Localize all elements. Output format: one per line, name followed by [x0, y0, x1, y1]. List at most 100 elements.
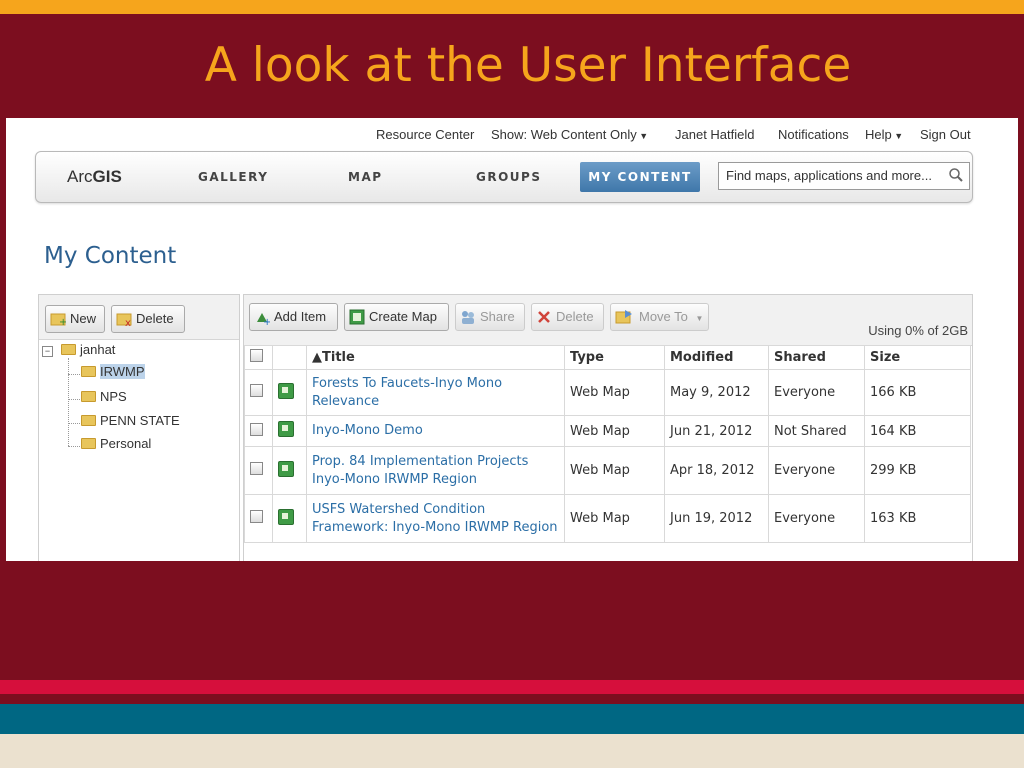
folder-icon	[81, 391, 96, 402]
logo-suffix: GIS	[92, 167, 122, 186]
move-to-button[interactable]: Move To ▼	[610, 303, 709, 331]
notifications-link[interactable]: Notifications	[778, 127, 849, 142]
caret-down-icon: ▼	[636, 131, 649, 141]
tree-connector	[68, 374, 80, 375]
item-title-line: Inyo-Mono IRWMP Region	[312, 471, 478, 487]
add-item-button[interactable]: + Add Item	[249, 303, 338, 331]
row-size: 166 KB	[864, 369, 971, 416]
tree-connector	[68, 399, 80, 400]
tree-folder-irwmp[interactable]: IRWMP	[81, 364, 145, 379]
sign-out-link[interactable]: Sign Out	[920, 127, 971, 142]
row-checkbox[interactable]	[250, 510, 263, 523]
resource-center-link[interactable]: Resource Center	[376, 127, 474, 142]
row-type: Web Map	[564, 446, 665, 495]
map-icon	[349, 309, 365, 325]
tree-folder-label: IRWMP	[100, 364, 145, 379]
help-dropdown[interactable]: Help ▼	[865, 127, 903, 142]
item-title-line: Inyo-Mono Demo	[312, 423, 423, 438]
tree-root-janhat[interactable]: janhat	[61, 342, 115, 357]
row-icon-cell	[272, 369, 307, 416]
row-title-cell[interactable]: Prop. 84 Implementation Projects Inyo-Mon…	[306, 446, 565, 495]
tree-folder-penn-state[interactable]: PENN STATE	[81, 413, 180, 428]
new-folder-button[interactable]: + New	[45, 305, 105, 333]
row-modified: Jun 21, 2012	[664, 415, 769, 447]
nav-gallery[interactable]: GALLERY	[198, 170, 268, 184]
item-title-line: Framework: Inyo-Mono IRWMP Region	[312, 519, 558, 535]
collapse-icon[interactable]: −	[42, 346, 53, 357]
main-navbar: ArcGIS GALLERY MAP GROUPS MY CONTENT Fin…	[35, 151, 973, 203]
modified-header[interactable]: Modified	[664, 345, 769, 370]
delete-item-label: Delete	[556, 309, 594, 324]
svg-text:x: x	[125, 318, 131, 327]
share-people-icon	[462, 311, 474, 324]
nav-map[interactable]: MAP	[348, 170, 383, 184]
move-to-label: Move To	[639, 309, 688, 324]
title-header[interactable]: ▲Title	[306, 345, 565, 370]
row-select-cell	[244, 369, 273, 416]
item-title-link[interactable]: USFS Watershed Condition Framework: Inyo-…	[312, 501, 559, 537]
search-placeholder: Find maps, applications and more...	[726, 168, 932, 183]
delete-folder-button[interactable]: x Delete	[111, 305, 185, 333]
row-icon-cell	[272, 446, 307, 495]
row-icon-cell	[272, 415, 307, 447]
row-select-cell	[244, 415, 273, 447]
show-filter-dropdown[interactable]: Show: Web Content Only ▼	[491, 127, 648, 142]
tree-folder-label: PENN STATE	[100, 413, 180, 428]
tree-folder-nps[interactable]: NPS	[81, 389, 127, 404]
folder-toolbar: + New x Delete	[39, 295, 239, 340]
row-checkbox[interactable]	[250, 384, 263, 397]
delete-label: Delete	[136, 311, 174, 326]
shared-header[interactable]: Shared	[768, 345, 865, 370]
table-row: Forests To Faucets-Inyo Mono Relevance We…	[244, 369, 971, 416]
new-folder-icon: +	[50, 313, 66, 327]
folder-panel: + New x Delete − janhat IRWMP NPS PENN S…	[38, 294, 240, 561]
table-row: Prop. 84 Implementation Projects Inyo-Mon…	[244, 446, 971, 495]
size-header[interactable]: Size	[864, 345, 971, 370]
nav-my-content[interactable]: MY CONTENT	[580, 162, 700, 192]
row-title-cell[interactable]: Inyo-Mono Demo	[306, 415, 565, 447]
select-all-checkbox[interactable]	[250, 349, 263, 362]
folder-open-icon	[61, 344, 76, 355]
row-modified: Jun 19, 2012	[664, 494, 769, 543]
item-title-link[interactable]: Forests To Faucets-Inyo Mono Relevance	[312, 375, 559, 411]
item-title-line: Forests To Faucets-Inyo Mono	[312, 375, 503, 391]
row-title-cell[interactable]: Forests To Faucets-Inyo Mono Relevance	[306, 369, 565, 416]
delete-item-button[interactable]: Delete	[531, 303, 604, 331]
share-label: Share	[480, 309, 515, 324]
footer-band-teal	[0, 704, 1024, 734]
tree-connector	[68, 358, 69, 446]
table-row: Inyo-Mono Demo Web Map Jun 21, 2012 Not …	[244, 415, 971, 447]
delete-folder-icon: x	[116, 313, 132, 327]
svg-text:+: +	[263, 317, 270, 325]
item-title-line: Relevance	[312, 393, 380, 409]
web-map-icon	[278, 421, 294, 437]
row-checkbox[interactable]	[250, 462, 263, 475]
row-modified: May 9, 2012	[664, 369, 769, 416]
create-map-button[interactable]: Create Map	[344, 303, 449, 331]
new-label: New	[70, 311, 97, 326]
arcgis-logo[interactable]: ArcGIS	[67, 167, 122, 187]
row-type: Web Map	[564, 369, 665, 416]
table-header-row: ▲Title Type Modified Shared Size	[244, 345, 971, 370]
row-title-cell[interactable]: USFS Watershed Condition Framework: Inyo-…	[306, 494, 565, 543]
top-stripe	[0, 0, 1024, 14]
magnifier-icon[interactable]	[948, 167, 964, 183]
page-heading: My Content	[44, 243, 177, 269]
item-title-link[interactable]: Prop. 84 Implementation Projects Inyo-Mon…	[312, 453, 559, 489]
search-input[interactable]: Find maps, applications and more...	[718, 162, 970, 190]
nav-groups[interactable]: GROUPS	[476, 170, 541, 184]
type-header[interactable]: Type	[564, 345, 665, 370]
icon-header	[272, 345, 307, 370]
user-name-link[interactable]: Janet Hatfield	[675, 127, 755, 142]
row-checkbox[interactable]	[250, 422, 263, 436]
logo-prefix: Arc	[67, 167, 93, 186]
tree-folder-label: Personal	[100, 436, 152, 451]
web-map-icon	[278, 508, 294, 525]
item-title-line: USFS Watershed Condition	[312, 501, 486, 517]
item-title-link[interactable]: Inyo-Mono Demo	[312, 422, 559, 440]
share-button[interactable]: Share	[455, 303, 525, 331]
tree-folder-personal[interactable]: Personal	[81, 436, 151, 451]
row-select-cell	[244, 446, 273, 495]
show-filter-label: Show: Web Content Only	[491, 127, 637, 142]
tree-connector	[68, 446, 80, 447]
